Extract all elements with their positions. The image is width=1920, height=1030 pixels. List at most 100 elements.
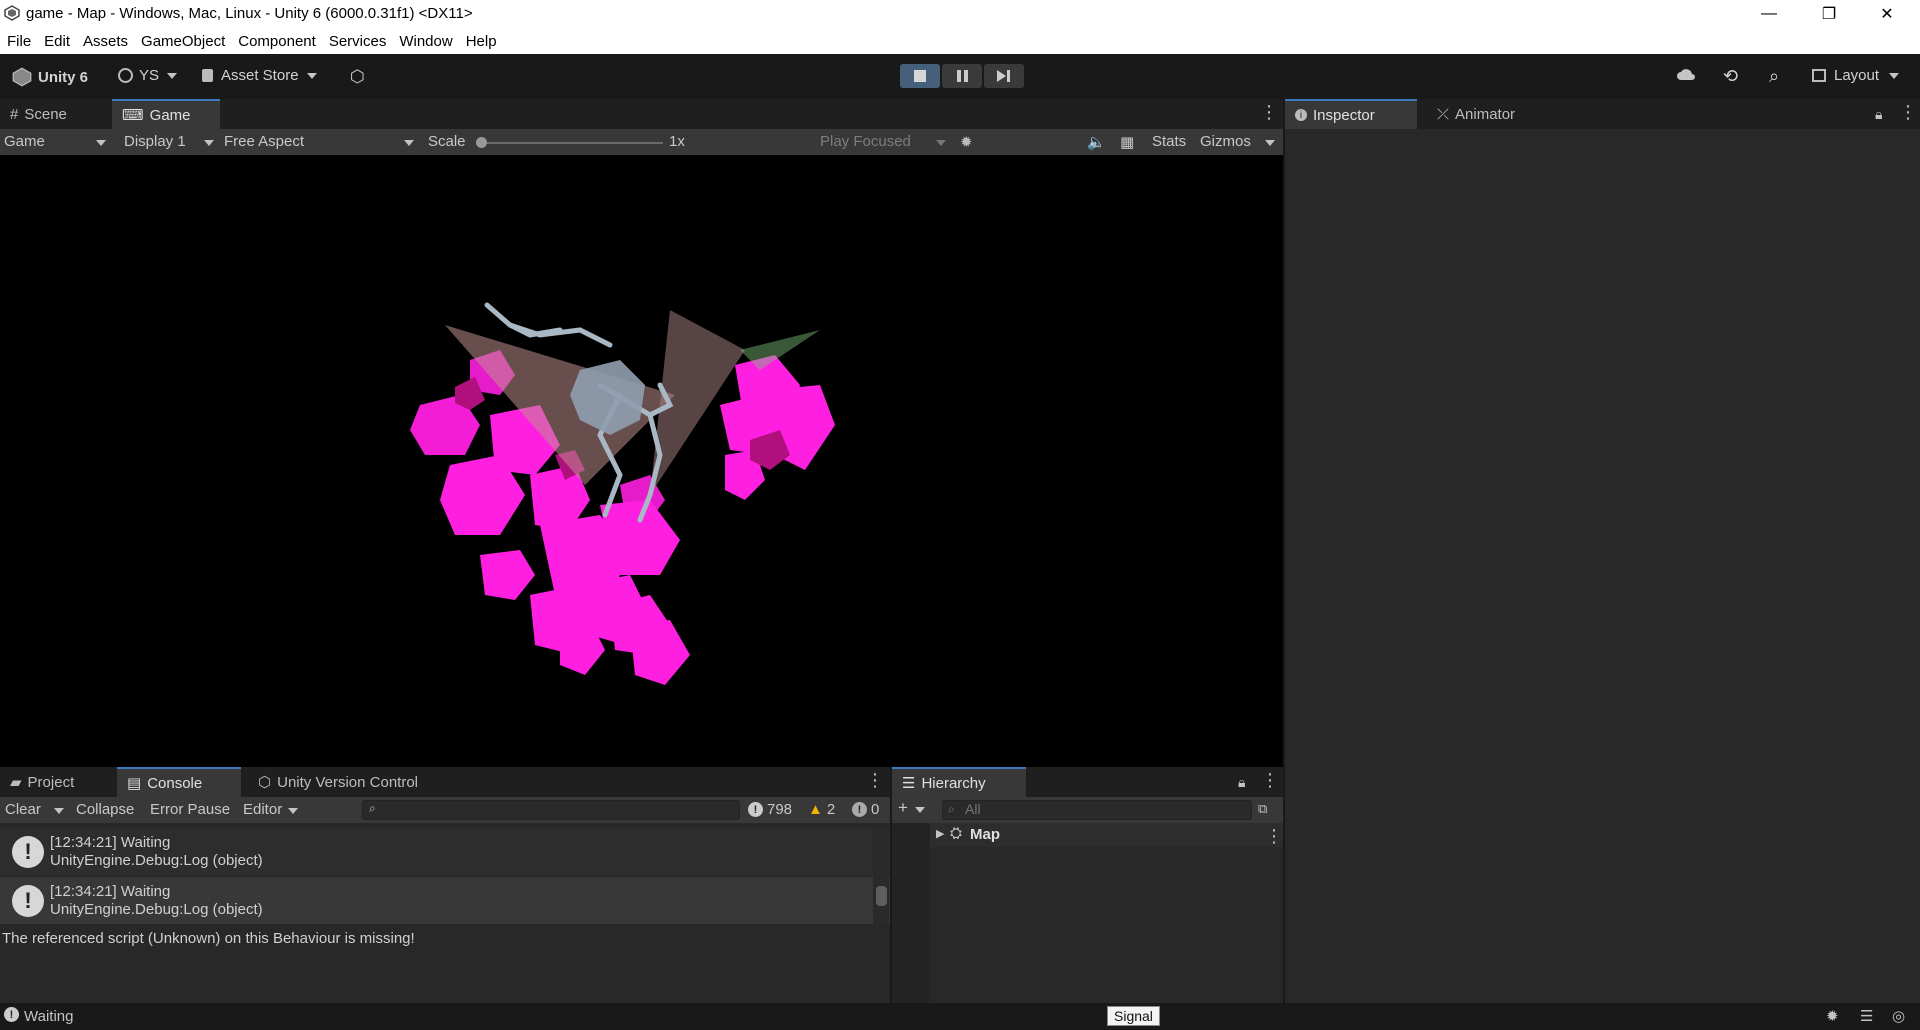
chevron-down-icon (204, 140, 214, 146)
tab-inspector[interactable]: i Inspector (1285, 99, 1417, 129)
menu-window[interactable]: Window (399, 33, 452, 50)
tab-scene[interactable]: # Scene (0, 99, 110, 129)
tab-game[interactable]: ⌨ Game (112, 99, 220, 129)
aspect-dropdown[interactable]: Free Aspect (224, 133, 416, 150)
account-icon (118, 68, 133, 83)
shopping-bag-icon (202, 69, 213, 82)
menu-edit[interactable]: Edit (44, 33, 70, 50)
tab-version-control[interactable]: ⬡ Unity Version Control (248, 767, 448, 797)
stop-icon (914, 70, 926, 82)
minimize-button[interactable]: — (1740, 0, 1798, 28)
scrollbar-thumb[interactable] (876, 886, 887, 906)
layers-icon[interactable]: ☰ (1860, 1007, 1873, 1025)
add-object-button[interactable]: + (898, 798, 925, 818)
account-button[interactable]: YS (118, 67, 178, 84)
expand-arrow-icon[interactable]: ▶ (936, 827, 944, 840)
warning-count-toggle[interactable]: ▲ 2 (808, 801, 835, 818)
chevron-down-icon[interactable] (1265, 140, 1275, 146)
restore-button[interactable]: ❐ (1800, 0, 1858, 28)
tab-hierarchy[interactable]: ☰ Hierarchy (892, 767, 1026, 797)
view-dropdown[interactable]: Game (4, 133, 108, 150)
play-button[interactable] (900, 64, 940, 88)
scene-visibility-icon[interactable]: ⧉ (1258, 801, 1267, 817)
close-button[interactable]: ✕ (1858, 0, 1916, 28)
mute-audio-icon[interactable]: 🔈 (1087, 133, 1106, 151)
tab-project[interactable]: ▰ Project (0, 767, 112, 797)
layout-icon (1812, 69, 1826, 82)
clear-button[interactable]: Clear (5, 801, 41, 818)
warning-icon: ▲ (808, 801, 823, 818)
info-log-icon: ! (12, 885, 44, 917)
log-message: [12:34:21] Waiting (50, 883, 171, 900)
shortcuts-icon[interactable]: ▦ (1120, 133, 1134, 151)
display-dropdown[interactable]: Display 1 (124, 133, 216, 150)
console-entry[interactable]: ! [12:34:21] Waiting UnityEngine.Debug:L… (0, 877, 890, 924)
hierarchy-gutter (892, 823, 930, 1003)
search-button[interactable]: ⌕ (1769, 66, 1779, 87)
tab-console[interactable]: ▤ Console (117, 767, 241, 797)
menu-gameobject[interactable]: GameObject (141, 33, 225, 50)
menu-assets[interactable]: Assets (83, 33, 128, 50)
tooltip: Signal (1107, 1006, 1160, 1026)
editor-dropdown[interactable]: Editor (243, 801, 299, 818)
window-title: game - Map - Windows, Mac, Linux - Unity… (26, 5, 473, 22)
lock-icon[interactable]: 🔒︎ (1875, 106, 1882, 123)
menu-services[interactable]: Services (329, 33, 387, 50)
menu-file[interactable]: File (7, 33, 31, 50)
panel-menu-icon[interactable]: ⋮ (1260, 103, 1278, 121)
inspector-panel (1285, 99, 1920, 1003)
pause-icon (956, 70, 968, 82)
cloud-button[interactable] (1676, 67, 1696, 81)
settings-cog-icon: ⬡ (350, 67, 365, 86)
play-controls (900, 64, 1024, 88)
pause-button[interactable] (942, 64, 982, 88)
debug-mode-icon[interactable]: ✹ (1826, 1007, 1839, 1025)
log-count-toggle[interactable]: ! 798 (748, 801, 792, 818)
tab-animator[interactable]: ⤫ Animator (1427, 99, 1545, 129)
lock-icon[interactable]: 🔒︎ (1238, 774, 1245, 791)
console-icon: ▤ (127, 775, 142, 792)
hierarchy-item[interactable]: ▶ ⛭ Map ⋮ (930, 823, 1283, 847)
asset-store-button[interactable]: Asset Store (202, 67, 317, 84)
unity-home-button[interactable]: Unity 6 (12, 67, 88, 87)
chevron-down-icon (1889, 72, 1900, 79)
search-icon: ⌕ (1769, 66, 1780, 86)
panel-menu-icon[interactable]: ⋮ (1261, 771, 1279, 789)
info-icon: ! (4, 1007, 19, 1022)
chevron-down-icon[interactable] (54, 808, 64, 814)
panel-menu-icon[interactable]: ⋮ (866, 771, 884, 789)
console-search-input[interactable]: ⌕ (362, 800, 740, 820)
error-icon: ! (852, 802, 867, 817)
status-message[interactable]: Waiting (24, 1008, 73, 1025)
console-scrollbar[interactable] (873, 828, 889, 924)
inspector-tabbar: i Inspector ⤫ Animator 🔒︎ ⋮ (1285, 99, 1920, 129)
collapse-button[interactable]: Collapse (76, 801, 134, 818)
animator-icon: ⤫ (1437, 105, 1450, 123)
window-titlebar: game - Map - Windows, Mac, Linux - Unity… (0, 0, 1920, 28)
chevron-down-icon (288, 808, 299, 814)
stats-button[interactable]: Stats (1152, 133, 1186, 150)
history-button[interactable]: ⟲ (1723, 66, 1738, 87)
item-menu-icon[interactable]: ⋮ (1265, 827, 1283, 845)
scale-slider-handle[interactable] (476, 137, 487, 148)
panel-menu-icon[interactable]: ⋮ (1899, 103, 1917, 121)
scale-slider-track[interactable] (478, 142, 663, 144)
chevron-down-icon (404, 140, 414, 146)
menu-component[interactable]: Component (238, 33, 316, 50)
error-pause-button[interactable]: Error Pause (150, 801, 230, 818)
gizmos-button[interactable]: Gizmos (1200, 133, 1251, 150)
check-circle-icon[interactable]: ◎ (1892, 1007, 1905, 1025)
game-viewport[interactable] (0, 155, 1283, 767)
debug-icon[interactable]: ✹ (960, 133, 973, 151)
play-mode-dropdown[interactable]: Play Focused (820, 133, 948, 150)
step-button[interactable] (984, 64, 1024, 88)
layout-dropdown[interactable]: Layout (1812, 67, 1900, 84)
menu-help[interactable]: Help (466, 33, 497, 50)
search-icon: ⌕ (369, 801, 376, 815)
console-entry[interactable]: ! [12:34:21] Waiting UnityEngine.Debug:L… (0, 828, 890, 875)
console-toolbar: Clear Collapse Error Pause Editor ⌕ ! 79… (0, 797, 890, 823)
hierarchy-search-input[interactable]: ⌕ All (942, 800, 1252, 820)
error-count-toggle[interactable]: ! 0 (852, 801, 879, 818)
cloud-settings-button[interactable]: ⬡ (350, 67, 365, 87)
chevron-down-icon (96, 140, 106, 146)
